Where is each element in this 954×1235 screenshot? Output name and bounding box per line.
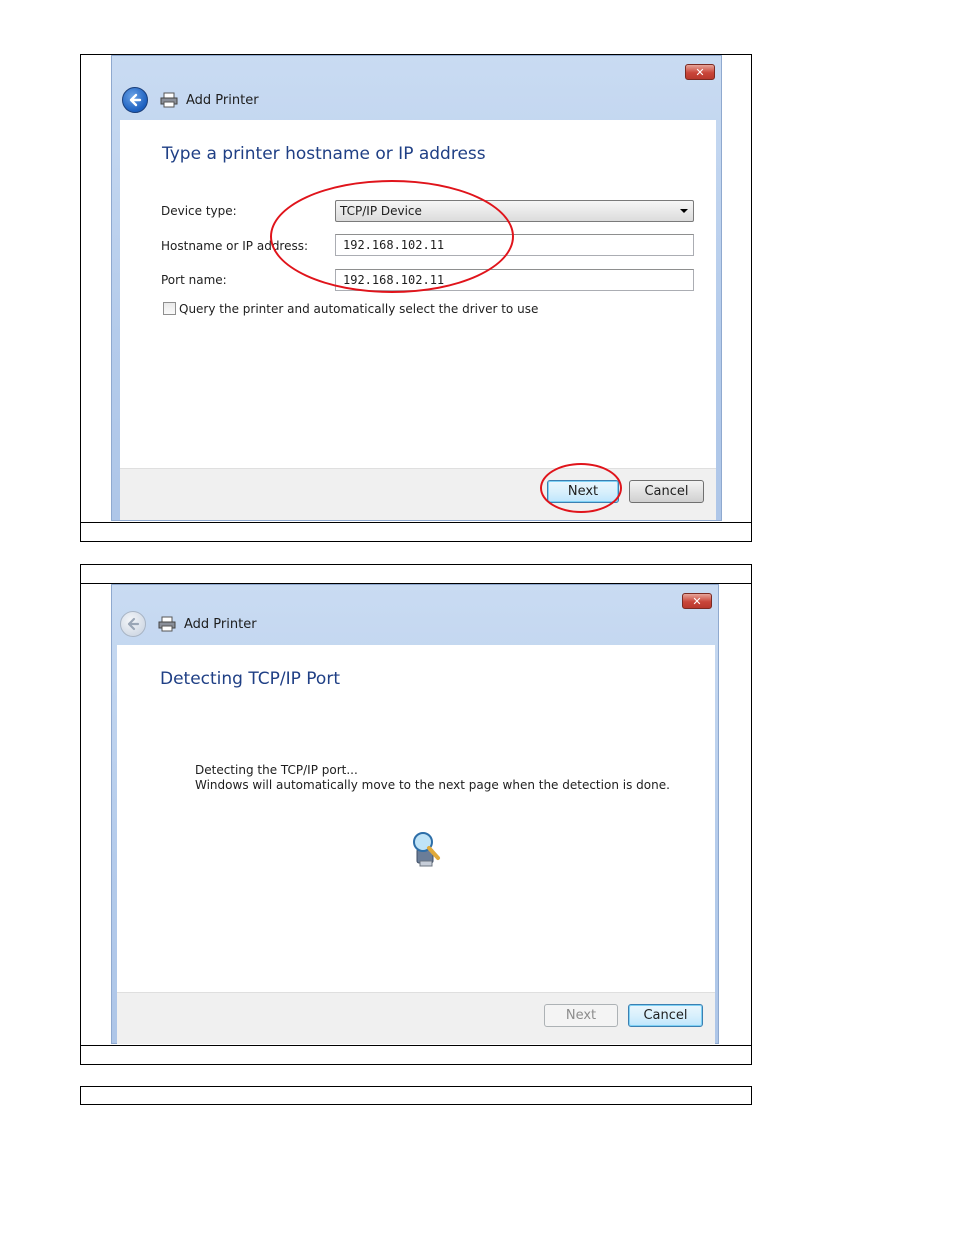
detecting-line-2: Windows will automatically move to the n… [195, 778, 670, 792]
close-icon: ✕ [692, 594, 702, 608]
wizard-content-2: Detecting TCP/IP Port Detecting the TCP/… [117, 645, 715, 992]
port-name-input[interactable]: 192.168.102.11 [335, 269, 694, 291]
caption-row-3 [80, 1045, 752, 1065]
next-button[interactable]: Next [547, 480, 619, 503]
back-button-disabled [120, 611, 146, 637]
port-name-label: Port name: [161, 273, 227, 287]
printer-icon [160, 92, 178, 108]
hostname-input[interactable]: 192.168.102.11 [335, 234, 694, 256]
wizard-content: Type a printer hostname or IP address De… [120, 120, 716, 468]
printer-icon [158, 616, 176, 632]
dropdown-arrow-icon [680, 209, 688, 213]
dialog-title-2: Add Printer [184, 617, 257, 632]
cancel-button-2[interactable]: Cancel [628, 1004, 703, 1027]
close-button-2[interactable]: ✕ [682, 593, 712, 609]
search-magnifier-icon [413, 832, 440, 867]
add-printer-dialog-2: ✕ Add Printer Detecting TCP/IP Port Dete… [111, 584, 719, 1044]
cancel-button[interactable]: Cancel [629, 480, 704, 503]
page-heading-2: Detecting TCP/IP Port [160, 669, 340, 689]
back-button[interactable] [122, 87, 148, 113]
close-icon: ✕ [695, 65, 705, 79]
wizard-footer-2: Next Cancel [117, 992, 715, 1044]
back-arrow-icon [127, 617, 140, 631]
detecting-message: Detecting the TCP/IP port... Windows wil… [195, 763, 670, 793]
caption-row-1 [80, 522, 752, 542]
caption-row-4 [80, 1086, 752, 1105]
detecting-line-1: Detecting the TCP/IP port... [195, 763, 358, 777]
dialog-title: Add Printer [186, 93, 259, 108]
query-printer-checkbox[interactable] [163, 302, 176, 315]
caption-row-2 [80, 564, 752, 584]
page-heading: Type a printer hostname or IP address [162, 144, 486, 164]
add-printer-dialog-1: ✕ Add Printer Type a printer hostname or… [111, 55, 722, 521]
next-button-disabled: Next [544, 1004, 618, 1027]
device-type-select[interactable]: TCP/IP Device [335, 200, 694, 222]
query-printer-label: Query the printer and automatically sele… [179, 302, 539, 316]
hostname-label: Hostname or IP address: [161, 239, 309, 253]
device-type-value: TCP/IP Device [340, 204, 422, 218]
device-type-label: Device type: [161, 204, 237, 218]
close-button[interactable]: ✕ [685, 64, 715, 80]
wizard-footer: Next Cancel [120, 463, 716, 520]
back-arrow-icon [129, 93, 142, 107]
